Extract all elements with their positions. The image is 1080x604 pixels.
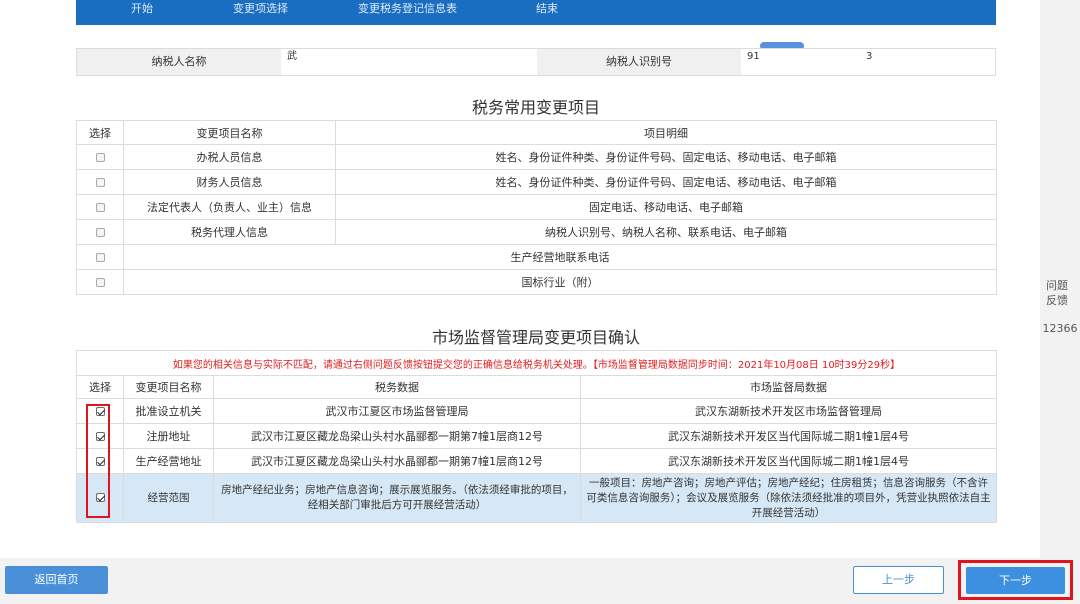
hotline-label: 12366 <box>1042 322 1078 335</box>
row-checkbox-checked[interactable] <box>95 432 105 441</box>
item-name: 办税人员信息 <box>123 144 336 170</box>
row-checkbox[interactable] <box>95 178 105 187</box>
step-progress-bar: 开始 变更项选择 变更税务登记信息表 结束 <box>76 0 996 25</box>
next-step-highlight: 下一步 <box>958 560 1073 600</box>
col-header-select: 选择 <box>76 120 124 145</box>
table-header: 选择 变更项目名称 项目明细 <box>76 120 997 145</box>
item-detail: 纳税人识别号、纳税人名称、联系电话、电子邮箱 <box>335 219 997 245</box>
item-name: 注册地址 <box>123 423 214 449</box>
item-name: 批准设立机关 <box>123 398 214 424</box>
table-row: 办税人员信息 姓名、身份证件种类、身份证件号码、固定电话、移动电话、电子邮箱 <box>76 144 997 170</box>
item-name: 税务代理人信息 <box>123 219 336 245</box>
taxpayer-info-row: 纳税人名称 武 纳税人识别号 91 3 <box>76 48 996 76</box>
col-header-market-data: 市场监督局数据 <box>579 375 998 399</box>
row-checkbox-checked[interactable] <box>95 493 105 502</box>
table-row: 财务人员信息 姓名、身份证件种类、身份证件号码、固定电话、移动电话、电子邮箱 <box>76 169 997 195</box>
tax-value: 房地产经纪业务；房地产信息咨询；展示展览服务。（依法须经审批的项目，经相关部门审… <box>213 473 581 523</box>
market-change-table: 如果您的相关信息与实际不匹配，请通过右侧问题反馈按钮提交您的正确信息给税务机关处… <box>75 350 998 523</box>
taxpayer-id-start: 91 <box>747 51 760 62</box>
item-name: 财务人员信息 <box>123 169 336 195</box>
item-name: 经营范围 <box>123 473 214 523</box>
market-value: 武汉东湖新技术开发区当代国际城二期1幢1层4号 <box>579 423 998 449</box>
step-select-items: 变更项选择 <box>233 2 288 15</box>
table-row: 生产经营地联系电话 <box>76 244 997 270</box>
item-name: 法定代表人（负责人、业主）信息 <box>123 194 336 220</box>
row-checkbox[interactable] <box>95 203 105 212</box>
table-row-selected: 经营范围 房地产经纪业务；房地产信息咨询；展示展览服务。（依法须经审批的项目，经… <box>76 473 998 523</box>
taxpayer-id-label: 纳税人识别号 <box>537 49 741 75</box>
taxpayer-id-end: 3 <box>866 51 873 62</box>
tax-value: 武汉市江夏区市场监督管理局 <box>213 398 581 424</box>
item-detail: 姓名、身份证件种类、身份证件号码、固定电话、移动电话、电子邮箱 <box>335 169 997 195</box>
tax-section-title: 税务常用变更项目 <box>471 98 600 117</box>
item-detail: 固定电话、移动电话、电子邮箱 <box>335 194 997 220</box>
prev-step-button[interactable]: 上一步 <box>853 566 944 594</box>
item-name: 生产经营地联系电话 <box>123 244 997 270</box>
step-start: 开始 <box>131 2 153 15</box>
taxpayer-name-value: 武 <box>281 49 537 75</box>
feedback-label-1: 问题 <box>1046 279 1068 292</box>
col-header-detail: 项目明细 <box>335 120 997 145</box>
table-row: 国标行业（附） <box>76 269 997 295</box>
col-header-item-name: 变更项目名称 <box>123 120 336 145</box>
item-name: 国标行业（附） <box>123 269 997 295</box>
tax-value: 武汉市江夏区藏龙岛梁山头村水晶郦都一期第7幢1层商12号 <box>213 448 581 474</box>
table-row: 生产经营地址 武汉市江夏区藏龙岛梁山头村水晶郦都一期第7幢1层商12号 武汉东湖… <box>76 448 998 474</box>
market-value: 一般项目：房地产咨询；房地产评估；房地产经纪；住房租赁；信息咨询服务（不含许可类… <box>579 473 998 523</box>
tax-value: 武汉市江夏区藏龙岛梁山头村水晶郦都一期第7幢1层商12号 <box>213 423 581 449</box>
table-row: 税务代理人信息 纳税人识别号、纳税人名称、联系电话、电子邮箱 <box>76 219 997 245</box>
table-row: 注册地址 武汉市江夏区藏龙岛梁山头村水晶郦都一期第7幢1层商12号 武汉东湖新技… <box>76 423 998 449</box>
tax-change-table: 选择 变更项目名称 项目明细 办税人员信息 姓名、身份证件种类、身份证件号码、固… <box>76 120 997 295</box>
item-detail: 姓名、身份证件种类、身份证件号码、固定电话、移动电话、电子邮箱 <box>335 144 997 170</box>
row-checkbox[interactable] <box>95 153 105 162</box>
row-checkbox-checked[interactable] <box>95 457 105 466</box>
row-checkbox[interactable] <box>95 253 105 262</box>
feedback-label-2: 反馈 <box>1046 294 1068 307</box>
row-checkbox-checked[interactable] <box>95 407 105 416</box>
market-value: 武汉东湖新技术开发区市场监督管理局 <box>579 398 998 424</box>
main-content: 开始 变更项选择 变更税务登记信息表 结束 纳税人名称 武 纳税人识别号 91 … <box>0 0 1040 558</box>
table-header: 选择 变更项目名称 税务数据 市场监督局数据 <box>76 375 998 399</box>
market-value: 武汉东湖新技术开发区当代国际城二期1幢1层4号 <box>579 448 998 474</box>
col-header-item-name: 变更项目名称 <box>123 375 214 399</box>
col-header-tax-data: 税务数据 <box>213 375 581 399</box>
table-row: 法定代表人（负责人、业主）信息 固定电话、移动电话、电子邮箱 <box>76 194 997 220</box>
next-step-button[interactable]: 下一步 <box>966 567 1065 594</box>
sync-notice: 如果您的相关信息与实际不匹配，请通过右侧问题反馈按钮提交您的正确信息给税务机关处… <box>75 350 998 376</box>
home-button[interactable]: 返回首页 <box>5 566 108 594</box>
taxpayer-name-label: 纳税人名称 <box>77 49 281 75</box>
taxpayer-id-value: 91 3 <box>741 49 995 75</box>
item-name: 生产经营地址 <box>123 448 214 474</box>
col-header-select: 选择 <box>76 375 124 399</box>
feedback-button[interactable]: 问题 反馈 <box>1042 278 1072 308</box>
step-change-form: 变更税务登记信息表 <box>358 2 457 15</box>
market-section-title: 市场监督管理局变更项目确认 <box>431 328 640 347</box>
table-row: 批准设立机关 武汉市江夏区市场监督管理局 武汉东湖新技术开发区市场监督管理局 <box>76 398 998 424</box>
row-checkbox[interactable] <box>95 228 105 237</box>
step-end: 结束 <box>536 2 558 15</box>
row-checkbox[interactable] <box>95 278 105 287</box>
